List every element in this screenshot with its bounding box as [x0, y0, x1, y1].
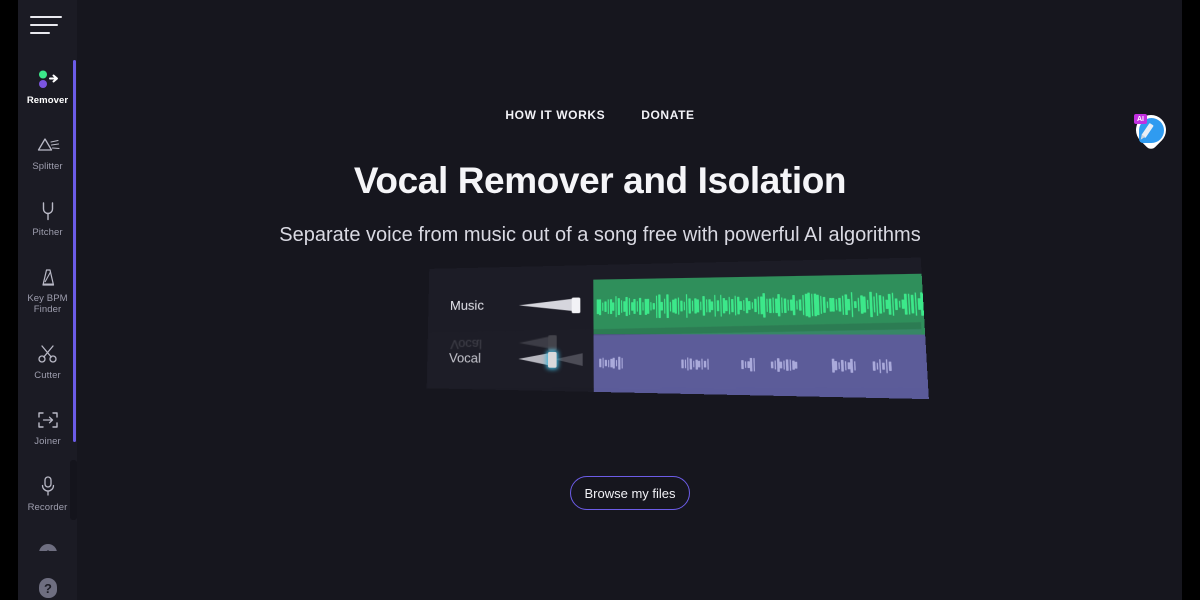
sidebar-item-remover[interactable]: Remover: [18, 60, 77, 114]
sidebar-scroll-area: Remover Splitter Pitcher Key BPM Finder …: [18, 0, 77, 600]
app-root: Remover Splitter Pitcher Key BPM Finder …: [0, 0, 1200, 600]
fader-music-knob[interactable]: [571, 297, 581, 314]
avatar-ai-badge: AI: [1134, 114, 1147, 124]
track-label-music: Music: [449, 297, 485, 313]
page-title: Vocal Remover and Isolation: [353, 160, 847, 201]
left-gutter: [0, 0, 18, 600]
sidebar: Remover Splitter Pitcher Key BPM Finder …: [18, 0, 77, 600]
tracks-board: Music Vocal: [426, 257, 929, 400]
fader-music[interactable]: [518, 297, 585, 314]
sidebar-scroll-shadow: [70, 460, 77, 520]
fader-music-track: [518, 298, 574, 312]
sidebar-item-karaoke[interactable]: [18, 533, 77, 551]
fader-vocal-knob[interactable]: [547, 351, 557, 368]
sidebar-item-recorder[interactable]: Recorder: [18, 467, 77, 521]
page-subtitle: Separate voice from music out of a song …: [279, 224, 921, 246]
fader-vocal-track-dark: [554, 352, 583, 366]
sidebar-item-support[interactable]: ? Support: [18, 569, 77, 600]
top-navigation: HOW IT WORKS DONATE: [18, 108, 1182, 122]
waveform-vocal-bars: [594, 334, 929, 399]
sidebar-item-label: Remover: [26, 95, 69, 106]
waveform-music: [593, 273, 926, 335]
right-gutter: [1182, 0, 1200, 600]
hamburger-line-2: [30, 24, 58, 26]
track-vocal: Vocal: [427, 334, 929, 400]
remover-icon: [35, 66, 61, 92]
scissors-icon: [35, 341, 61, 367]
track-music: Music: [428, 273, 926, 335]
metronome-icon: [35, 264, 61, 290]
sidebar-nav-list: Remover Splitter Pitcher Key BPM Finder …: [18, 60, 77, 600]
sidebar-item-label: Joiner: [34, 436, 61, 447]
hamburger-icon[interactable]: [30, 16, 66, 42]
sidebar-item-joiner[interactable]: Joiner: [18, 401, 77, 455]
page-stage: Remover Splitter Pitcher Key BPM Finder …: [18, 0, 1182, 600]
svg-text:?: ?: [44, 581, 52, 596]
tracks-illustration: Music Vocal: [426, 257, 929, 438]
fader-vocal-track-light: [518, 352, 551, 366]
sidebar-item-label: Key BPM Finder: [27, 293, 68, 315]
ai-avatar-icon[interactable]: AI: [1129, 108, 1173, 152]
browse-my-files-button[interactable]: Browse my files: [570, 476, 690, 510]
sidebar-item-label: Cutter: [34, 370, 61, 381]
waveform-music-bars: [593, 274, 925, 335]
sidebar-item-cutter[interactable]: Cutter: [18, 335, 77, 389]
microphone-icon: [35, 473, 61, 499]
question-mark-icon: ?: [35, 575, 61, 600]
hamburger-line-3: [30, 32, 50, 34]
nav-link-donate[interactable]: DONATE: [641, 108, 694, 122]
sidebar-item-label: Recorder: [27, 502, 68, 513]
fader-vocal[interactable]: [518, 351, 585, 368]
track-label-vocal: Vocal: [448, 350, 482, 366]
karaoke-dome-icon: [35, 539, 61, 551]
join-arrows-icon: [35, 407, 61, 433]
hamburger-line-1: [30, 16, 62, 18]
nav-link-how-it-works[interactable]: HOW IT WORKS: [505, 108, 605, 122]
sidebar-item-key-bpm-finder[interactable]: Key BPM Finder: [18, 258, 77, 323]
prism-splitter-icon: [35, 132, 61, 158]
waveform-vocal: [593, 334, 929, 400]
